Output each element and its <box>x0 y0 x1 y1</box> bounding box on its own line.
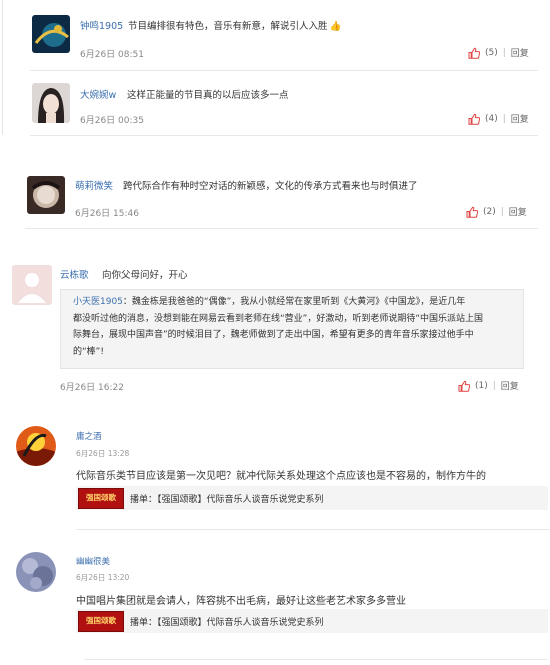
comment-text: 这样正能量的节目真的以后应该多一点 <box>127 90 289 101</box>
quote-line-4: 的“棒”! <box>73 346 104 357</box>
comment-actions: (2) | 回复 <box>466 205 527 218</box>
like-count: (4) <box>485 113 498 124</box>
comment-username[interactable]: 萌莉微笑 <box>75 178 113 192</box>
thread-text: 代际音乐类节目应该是第一次见吧？就冲代际关系处理这个点应该也是不容易的，制作方牛… <box>76 471 486 482</box>
track-text[interactable]: 播单：【强国颂歌】代际音乐人谈音乐说党史系列 <box>130 492 324 505</box>
separator: | <box>492 380 496 391</box>
track-logo: 强国颂歌 <box>78 611 124 632</box>
thread-date: 6月26日 13:20 <box>76 573 130 582</box>
avatar[interactable] <box>27 176 65 214</box>
comment-date: 6月26日 16:22 <box>60 383 124 393</box>
track-prefix: 播单： <box>130 618 158 628</box>
separator: | <box>502 113 506 124</box>
avatar[interactable] <box>32 15 70 53</box>
comment-username[interactable]: 云栋歌 <box>60 267 89 281</box>
comment-date: 6月26日 00:35 <box>80 116 144 126</box>
reply-button[interactable]: 回复 <box>509 205 527 218</box>
quoted-comment-text: 小天医1905：魏金栋是我爸爸的“偶像”，我从小就经常在家里听到《大黄河》《中国… <box>73 294 523 360</box>
separator: | <box>500 206 504 217</box>
comment-text: 跨代际合作有种时空对话的新颖感，文化的传承方式看来也与时俱进了 <box>123 181 418 192</box>
track-title: 【强国颂歌】代际音乐人谈音乐说党史系列 <box>157 495 324 505</box>
like-icon[interactable] <box>458 380 470 392</box>
separator: | <box>502 47 506 58</box>
quote-line: 小天医1905：魏金栋是我爸爸的“偶像”，我从小就经常在家里听到《大黄河》《中国… <box>73 294 523 311</box>
like-count: (2) <box>483 206 496 217</box>
like-icon[interactable] <box>468 113 480 125</box>
comment-username[interactable]: 钟鸣1905 <box>80 18 123 32</box>
like-count: (5) <box>485 47 498 58</box>
quote-line-3: 际舞台，展现中国声音”的时候泪目了，魏老师做到了走出中国，希望有更多的青年音乐家… <box>73 330 474 340</box>
reply-button[interactable]: 回复 <box>511 112 529 125</box>
comment-actions: (5) | 回复 <box>468 46 529 59</box>
comment-username[interactable]: 大婉婉w <box>80 87 116 101</box>
track-logo: 强国颂歌 <box>78 488 124 509</box>
quote-line-2: 都没听过他的消息，没想到能在网易云看到老师在线“营业”，好激动，听到老师说期待“… <box>73 313 483 324</box>
comment-text: 向你父母问好，开心 <box>102 270 188 281</box>
divider <box>84 659 548 660</box>
thread-date: 6月26日 13:28 <box>76 449 130 458</box>
avatar[interactable] <box>12 265 52 305</box>
like-count: (1) <box>475 380 488 391</box>
track-prefix: 播单： <box>130 495 158 505</box>
thread-username[interactable]: 庸之酒 <box>76 430 102 442</box>
quote-colon: ： <box>122 297 132 307</box>
thread-text: 中国唱片集团就是会请人，阵容挑不出毛病，最好让这些老艺术家多多营业 <box>76 596 406 607</box>
comment-date: 6月26日 08:51 <box>80 50 144 60</box>
track-title: 【强国颂歌】代际音乐人谈音乐说党史系列 <box>157 618 324 628</box>
reply-button[interactable]: 回复 <box>511 46 529 59</box>
comment-date: 6月26日 15:46 <box>75 209 139 219</box>
comment-actions: (1) | 回复 <box>458 379 519 392</box>
avatar[interactable] <box>16 426 56 466</box>
comment-text: 节目编排很有特色，音乐有新意，解说引人入胜 👍 <box>128 21 342 32</box>
avatar[interactable] <box>32 83 70 123</box>
quoted-username[interactable]: 小天医1905 <box>73 297 123 307</box>
divider <box>30 135 538 136</box>
divider <box>25 228 538 229</box>
divider <box>30 70 538 71</box>
divider <box>76 529 550 530</box>
thumbs-up-emoji-icon: 👍 <box>329 21 342 32</box>
thread-username[interactable]: 幽幽很美 <box>76 555 110 567</box>
comment-actions: (4) | 回复 <box>468 112 529 125</box>
like-icon[interactable] <box>466 206 478 218</box>
track-text[interactable]: 播单：【强国颂歌】代际音乐人谈音乐说党史系列 <box>130 615 324 628</box>
reply-button[interactable]: 回复 <box>501 379 519 392</box>
quote-line-1: 魏金栋是我爸爸的“偶像”，我从小就经常在家里听到《大黄河》《中国龙》，是近几年 <box>131 297 466 307</box>
like-icon[interactable] <box>468 47 480 59</box>
avatar[interactable] <box>16 552 56 592</box>
section-border <box>2 0 3 135</box>
